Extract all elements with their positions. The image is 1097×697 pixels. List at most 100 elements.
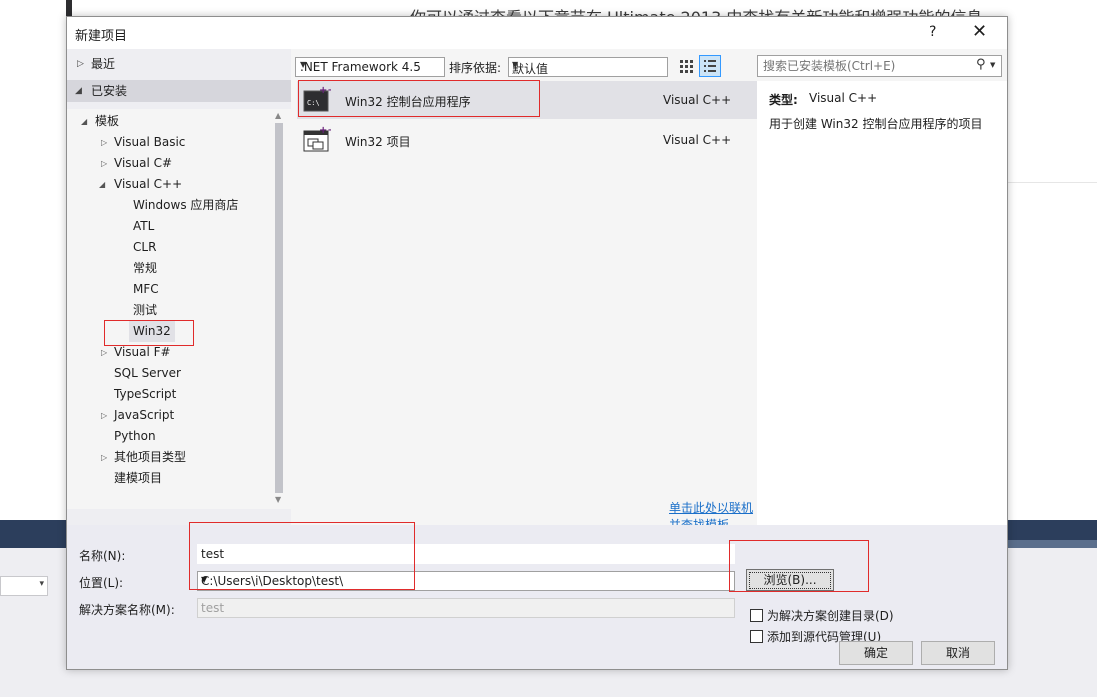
expand-arrow-icon: ▷ — [101, 453, 108, 462]
template-item-win32-console[interactable]: C:\ ++ Win32 控制台应用程序 Visual C++ — [297, 81, 757, 119]
nav-recent-label: 最近 — [91, 57, 116, 71]
template-name: Win32 项目 — [345, 135, 411, 149]
tree-item-label: Visual F# — [114, 345, 171, 359]
expand-arrow-icon: ▷ — [101, 159, 108, 168]
tree-item-visual-cpp[interactable]: ◢ Visual C++ — [67, 174, 267, 195]
template-list: C:\ ++ Win32 控制台应用程序 Visual C++ ++ Win32… — [291, 81, 757, 532]
sort-label: 排序依据: — [449, 61, 502, 75]
background-dropdown[interactable]: ▾ — [0, 576, 48, 596]
search-icon[interactable]: ⚲ — [976, 57, 986, 72]
collapse-arrow-icon: ◢ — [81, 117, 88, 126]
create-directory-label: 为解决方案创建目录(D) — [767, 609, 894, 623]
scrollbar-thumb[interactable] — [275, 123, 283, 493]
chevron-down-icon[interactable]: ▼ — [990, 61, 995, 69]
type-label: 类型: — [769, 93, 798, 107]
tree-item-label: SQL Server — [114, 366, 181, 380]
location-field[interactable]: C:\Users\i\Desktop\test\ ▼ — [197, 571, 735, 591]
solution-name-value: test — [201, 601, 225, 615]
expand-arrow-icon: ▷ — [101, 138, 108, 147]
close-button[interactable]: ✕ — [972, 21, 987, 42]
template-description: 用于创建 Win32 控制台应用程序的项目 — [769, 117, 983, 131]
list-view-icon[interactable] — [699, 55, 721, 77]
project-form: 名称(N): test 位置(L): C:\Users\i\Desktop\te… — [67, 525, 1007, 669]
tree-item-win32[interactable]: Win32 — [129, 321, 175, 342]
dialog-titlebar: 新建项目 ? ✕ — [67, 17, 1007, 49]
expand-arrow-icon: ▷ — [101, 411, 108, 420]
template-details: 类型: Visual C++ 用于创建 Win32 控制台应用程序的项目 — [757, 81, 1007, 525]
tree-item-javascript[interactable]: ▷ JavaScript — [67, 405, 267, 426]
expand-arrow-icon: ▷ — [101, 348, 108, 357]
solution-name-field[interactable]: test — [197, 598, 735, 618]
tree-item-other-project-types[interactable]: ▷ 其他项目类型 — [67, 447, 267, 468]
tree-item-atl[interactable]: ATL — [133, 216, 154, 237]
name-label: 名称(N): — [79, 549, 126, 563]
tree-item-typescript[interactable]: TypeScript — [114, 384, 176, 405]
tree-item-python[interactable]: Python — [114, 426, 156, 447]
tree-item-windows-store[interactable]: Windows 应用商店 — [133, 195, 238, 216]
type-value: Visual C++ — [809, 91, 878, 105]
expand-arrow-icon: ▷ — [77, 59, 84, 69]
collapse-arrow-icon: ◢ — [99, 180, 106, 189]
add-source-control-checkbox[interactable] — [750, 630, 763, 643]
solution-name-label: 解决方案名称(M): — [79, 603, 175, 617]
browse-button-label: 浏览(B)... — [763, 573, 817, 587]
nav-installed[interactable]: ◢ 已安装 — [67, 80, 291, 102]
ok-button[interactable]: 确定 — [839, 641, 913, 665]
tree-item-label: Windows 应用商店 — [133, 198, 239, 212]
chevron-down-icon: ▼ — [512, 60, 519, 69]
tree-item-visual-csharp[interactable]: ▷ Visual C# — [67, 153, 267, 174]
tree-item-label: Visual C++ — [114, 177, 183, 191]
tree-item-label: ATL — [133, 219, 155, 233]
svg-text:++: ++ — [319, 85, 331, 96]
search-input[interactable] — [761, 58, 975, 74]
console-app-icon: C:\ ++ — [303, 85, 336, 113]
tree-item-label: 模板 — [95, 114, 120, 128]
scroll-up-arrow-icon[interactable]: ▲ — [275, 111, 281, 120]
cancel-button[interactable]: 取消 — [921, 641, 995, 665]
tree-item-label: CLR — [133, 240, 157, 254]
tree-scrollbar[interactable]: ▲ ▼ — [273, 109, 285, 509]
template-name: Win32 控制台应用程序 — [345, 95, 471, 109]
tree-item-test[interactable]: 测试 — [133, 300, 157, 321]
tree-item-label: 其他项目类型 — [114, 450, 187, 464]
template-language: Visual C++ — [663, 133, 732, 147]
tree-item-templates[interactable]: ◢ 模板 — [67, 111, 267, 132]
tree-item-clr[interactable]: CLR — [133, 237, 156, 258]
tree-item-visual-basic[interactable]: ▷ Visual Basic — [67, 132, 267, 153]
framework-select[interactable]: .NET Framework 4.5 ▼ — [295, 57, 445, 77]
tree-item-general[interactable]: 常规 — [133, 258, 157, 279]
project-name-value: test — [201, 547, 225, 561]
project-name-field[interactable]: test — [197, 544, 735, 564]
search-templates-box[interactable]: ⚲ ▼ — [757, 55, 1002, 77]
svg-text:++: ++ — [319, 125, 331, 136]
template-item-win32-project[interactable]: ++ Win32 项目 Visual C++ — [297, 121, 757, 159]
scroll-down-arrow-icon[interactable]: ▼ — [275, 495, 281, 504]
dialog-title: 新建项目 — [75, 29, 128, 44]
background-editor-margin — [0, 0, 68, 520]
template-category-nav: ▷ 最近 ◢ 已安装 ◢ 模板 ▷ Visual Basic ▷ Visual … — [67, 49, 291, 551]
tree-item-mfc[interactable]: MFC — [133, 279, 159, 300]
nav-recent[interactable]: ▷ 最近 — [67, 53, 291, 75]
tree-item-label: JavaScript — [114, 408, 175, 422]
help-button[interactable]: ? — [929, 24, 936, 40]
sort-select[interactable]: 默认值 ▼ — [508, 57, 668, 77]
tree-item-modeling-projects[interactable]: 建模项目 — [114, 468, 162, 489]
grid-view-icon[interactable] — [677, 57, 695, 75]
tree-item-label: TypeScript — [114, 387, 177, 401]
tree-item-sql-server[interactable]: SQL Server — [114, 363, 181, 384]
tree-item-label: 测试 — [133, 303, 158, 317]
tree-item-label: Python — [114, 429, 156, 443]
chevron-down-icon[interactable]: ▼ — [201, 575, 731, 584]
svg-text:C:\: C:\ — [307, 99, 320, 107]
browse-button[interactable]: 浏览(B)... — [746, 569, 834, 591]
location-label: 位置(L): — [79, 576, 124, 590]
tree-item-label: Win32 — [133, 324, 171, 338]
tree-item-label: 常规 — [133, 261, 158, 275]
tree-item-label: Visual Basic — [114, 135, 186, 149]
new-project-dialog: 新建项目 ? ✕ ▷ 最近 ◢ 已安装 ◢ 模板 ▷ Visual Basic … — [66, 16, 1008, 670]
tree-item-visual-fsharp[interactable]: ▷ Visual F# — [67, 342, 267, 363]
create-directory-checkbox[interactable] — [750, 609, 763, 622]
template-tree: ◢ 模板 ▷ Visual Basic ▷ Visual C# ◢ Visual… — [67, 109, 291, 509]
tree-item-label: Visual C# — [114, 156, 173, 170]
collapse-arrow-icon: ◢ — [75, 86, 82, 96]
